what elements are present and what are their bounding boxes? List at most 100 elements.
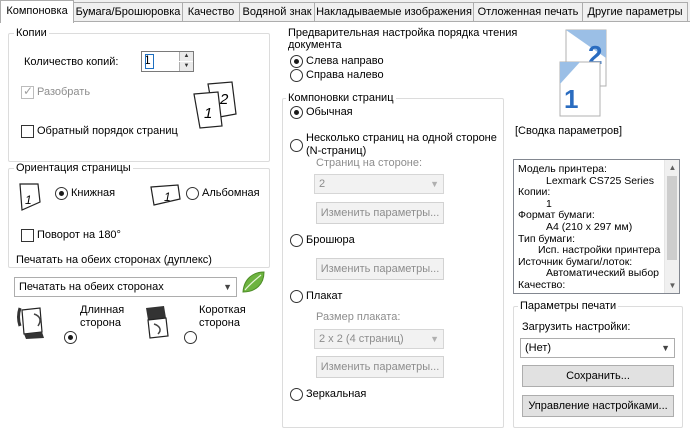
rotate-180-label: Поворот на 180° xyxy=(37,229,121,241)
copies-count-label: Количество копий: xyxy=(24,56,119,68)
check-mark-icon: ✓ xyxy=(23,84,34,98)
eco-leaf-icon xyxy=(242,271,265,293)
chevron-down-icon: ▼ xyxy=(430,179,439,189)
portrait-page-icon: 1 xyxy=(19,183,41,211)
chevron-down-icon: ▼ xyxy=(430,334,439,344)
summary-label: [Сводка параметров] xyxy=(515,125,623,137)
load-settings-value: (Нет) xyxy=(525,342,552,354)
summary-line: 1 xyxy=(546,198,552,210)
scroll-up-icon[interactable]: ▲ xyxy=(665,160,679,175)
pages-stack-icon: 2 1 xyxy=(193,81,237,129)
copies-count-caret xyxy=(145,54,154,69)
layout-mirror-radio[interactable] xyxy=(290,388,303,401)
rtl-label: Справа налево xyxy=(306,69,384,81)
stack-front-number: 1 xyxy=(204,105,212,122)
stack-back-number: 2 xyxy=(219,91,229,108)
print-params-label: Параметры печати xyxy=(518,300,619,312)
tab-hold-print[interactable]: Отложенная печать xyxy=(473,2,583,22)
landscape-label: Альбомная xyxy=(202,187,260,199)
summary-line: A4 (210 x 297 мм) xyxy=(546,221,633,233)
booklet-change-params-button[interactable]: Изменить параметры... xyxy=(316,258,444,280)
load-settings-select[interactable]: (Нет) ▼ xyxy=(520,338,675,358)
duplex-group-label: Печатать на обеих сторонах (дуплекс) xyxy=(14,254,214,266)
duplex-select-value: Печатать на обеих сторонах xyxy=(19,281,164,293)
tab-quality[interactable]: Качество xyxy=(182,2,240,22)
landscape-radio[interactable] xyxy=(186,187,199,200)
layout-booklet-radio[interactable] xyxy=(290,234,303,247)
scroll-down-icon[interactable]: ▼ xyxy=(665,278,679,293)
scroll-thumb[interactable] xyxy=(667,176,677,260)
long-edge-label: Длинная сторона xyxy=(80,304,125,329)
short-edge-label: Короткая сторона xyxy=(199,304,246,329)
layout-normal-radio[interactable] xyxy=(290,106,303,119)
rotate-180-checkbox[interactable] xyxy=(21,229,34,242)
portrait-radio[interactable] xyxy=(55,187,68,200)
layout-mirror-label: Зеркальная xyxy=(306,388,367,400)
duplex-short-edge-icon xyxy=(146,306,169,339)
preview-page-1-number: 1 xyxy=(564,84,578,114)
summary-lines: Модель принтера: Lexmark CS725 Series Копи… xyxy=(518,164,663,292)
reverse-order-checkbox[interactable] xyxy=(21,125,34,138)
portrait-icon-number: 1 xyxy=(25,193,32,207)
summary-line: Тип бумаги: xyxy=(518,233,576,245)
summary-line: Источник бумаги/лоток: xyxy=(518,256,633,268)
layout-normal-label: Обычная xyxy=(306,106,353,118)
summary-line: Модель принтера: xyxy=(518,164,607,175)
summary-line: Копии: xyxy=(518,187,551,199)
layout-poster-radio[interactable] xyxy=(290,290,303,303)
summary-listbox[interactable]: Модель принтера: Lexmark CS725 Series Копи… xyxy=(513,159,680,294)
layout-panel: Копии Количество копий: 1 ▲ ▼ ✓ Разобрат… xyxy=(0,21,690,432)
rtl-radio[interactable] xyxy=(290,69,303,82)
summary-line: Исп. настройки принтера xyxy=(538,245,661,257)
tab-layout[interactable]: Компоновка xyxy=(0,0,74,23)
chevron-down-icon: ▼ xyxy=(661,343,670,353)
pages-per-side-value: 2 xyxy=(319,178,326,190)
spin-down-icon[interactable]: ▼ xyxy=(179,62,193,71)
pages-per-side-label: Страниц на стороне: xyxy=(316,157,423,169)
landscape-page-icon: 1 xyxy=(150,184,181,206)
summary-line: Автоматический выбор xyxy=(546,268,660,280)
layout-booklet-label: Брошюра xyxy=(306,234,355,246)
poster-size-value: 2 x 2 (4 страниц) xyxy=(319,333,404,345)
summary-scrollbar[interactable]: ▲ ▼ xyxy=(664,160,679,293)
load-settings-label: Загрузить настройки: xyxy=(522,321,631,333)
reading-order-label: Предварительная настройка порядка чтения… xyxy=(286,27,520,51)
collate-label: Разобрать xyxy=(37,86,91,98)
layout-preview-icon: 2 1 xyxy=(559,29,607,117)
tab-bar: Компоновка Бумага/Брошюровка Качество Во… xyxy=(0,0,690,23)
manage-settings-button[interactable]: Управление настройками... xyxy=(522,395,674,417)
nup-change-params-button[interactable]: Изменить параметры... xyxy=(316,202,444,224)
long-edge-radio[interactable] xyxy=(64,331,77,344)
duplex-select[interactable]: Печатать на обеих сторонах ▼ xyxy=(14,277,237,297)
poster-size-select[interactable]: 2 x 2 (4 страниц) ▼ xyxy=(314,329,444,349)
summary-line: Lexmark CS725 Series xyxy=(546,175,654,187)
short-edge-radio[interactable] xyxy=(184,331,197,344)
pages-per-side-select[interactable]: 2 ▼ xyxy=(314,174,444,194)
poster-size-label: Размер плаката: xyxy=(316,311,401,323)
landscape-icon-number: 1 xyxy=(164,190,171,204)
layout-nup-label: Несколько страниц на одной стороне (N-ст… xyxy=(306,132,497,157)
copies-group-label: Копии xyxy=(14,27,49,39)
layout-poster-label: Плакат xyxy=(306,290,343,302)
tab-watermark[interactable]: Водяной знак xyxy=(239,2,315,22)
layout-nup-radio[interactable] xyxy=(290,139,303,152)
orientation-group-label: Ориентация страницы xyxy=(14,162,133,174)
summary-line: Формат бумаги: xyxy=(518,210,595,222)
duplex-long-edge-icon xyxy=(17,307,44,339)
reverse-order-label: Обратный порядок страниц xyxy=(37,125,178,137)
copies-count-stepper[interactable]: 1 ▲ ▼ xyxy=(141,51,194,72)
summary-line: Качество: xyxy=(518,279,566,291)
tab-other-options[interactable]: Другие параметры xyxy=(582,2,688,22)
orientation-group xyxy=(8,168,270,268)
tab-paper-finishing[interactable]: Бумага/Брошюровка xyxy=(73,2,183,22)
save-settings-button[interactable]: Сохранить... xyxy=(522,365,674,387)
portrait-label: Книжная xyxy=(71,187,116,199)
ltr-label: Слева направо xyxy=(306,55,384,67)
spin-up-icon[interactable]: ▲ xyxy=(179,52,193,61)
collate-checkbox[interactable]: ✓ xyxy=(21,84,34,99)
poster-change-params-button[interactable]: Изменить параметры... xyxy=(316,356,444,378)
tab-overlays[interactable]: Накладываемые изображения xyxy=(314,2,474,22)
ltr-radio[interactable] xyxy=(290,55,303,68)
chevron-down-icon: ▼ xyxy=(223,282,232,292)
page-layouts-label: Компоновки страниц xyxy=(286,92,396,104)
